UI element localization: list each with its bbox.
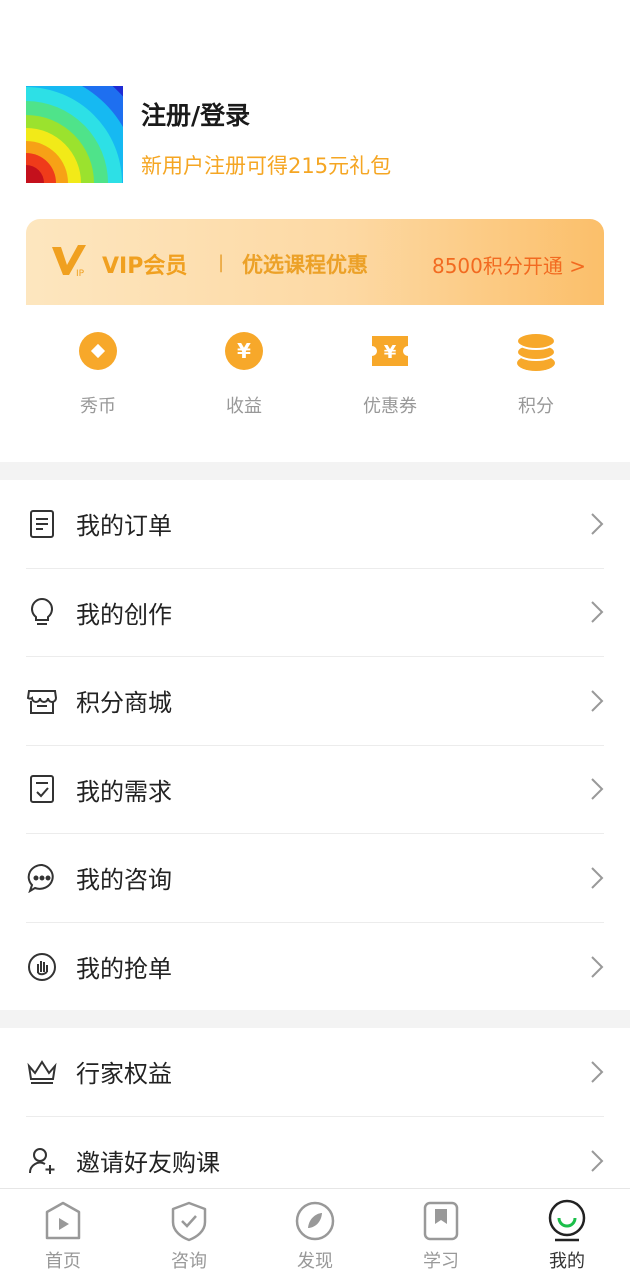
- chevron-right-icon: [591, 601, 604, 623]
- vip-description: 优选课程优惠: [242, 253, 368, 277]
- stat-label: 秀币: [80, 396, 116, 417]
- chevron-right-icon: [591, 956, 604, 978]
- chevron-right-icon: [591, 1150, 604, 1172]
- menu-label: 邀请好友购课: [76, 1149, 220, 1178]
- coupon-icon: ¥: [369, 330, 411, 372]
- tab-discover[interactable]: 发现: [252, 1189, 378, 1280]
- bookmark-icon: [419, 1199, 463, 1243]
- checklist-icon: [26, 773, 58, 805]
- tab-label: 发现: [297, 1251, 333, 1272]
- yuan-icon: ¥: [223, 330, 265, 372]
- menu-label: 我的咨询: [76, 866, 172, 895]
- crown-icon: [26, 1056, 58, 1088]
- svg-text:IP: IP: [76, 269, 85, 279]
- menu-primary: 我的订单 我的创作 积分商城 我的需求 我的咨询 我的抢单: [26, 480, 604, 1011]
- tab-label: 学习: [423, 1251, 459, 1272]
- menu-item-points-mall[interactable]: 积分商城: [26, 657, 604, 746]
- menu-item-requirements[interactable]: 我的需求: [26, 746, 604, 834]
- chevron-right-icon: [591, 513, 604, 535]
- avatar[interactable]: [26, 86, 123, 183]
- menu-item-grab-orders[interactable]: 我的抢单: [26, 923, 604, 1012]
- quick-stats: 秀币 ¥ 收益 ¥ 优惠券 积分: [26, 330, 604, 440]
- signup-promo-text: 新用户注册可得215元礼包: [141, 154, 392, 178]
- menu-label: 我的需求: [76, 777, 172, 806]
- stat-coupons[interactable]: ¥ 优惠券: [348, 330, 432, 440]
- stat-label: 优惠券: [363, 396, 417, 417]
- chat-icon: [26, 862, 58, 894]
- section-divider: [0, 1010, 630, 1028]
- vip-title: VIP会员: [102, 254, 188, 279]
- svg-text:¥: ¥: [237, 339, 251, 363]
- profile-header[interactable]: 注册/登录 新用户注册可得215元礼包: [26, 86, 604, 186]
- tab-label: 咨询: [171, 1251, 207, 1272]
- tab-consult[interactable]: 咨询: [126, 1189, 252, 1280]
- menu-item-expert-benefits[interactable]: 行家权益: [26, 1028, 604, 1117]
- menu-label: 我的创作: [76, 600, 172, 629]
- chevron-right-icon: [591, 778, 604, 800]
- stat-label: 积分: [518, 396, 554, 417]
- profile-smile-icon: [545, 1199, 589, 1243]
- store-icon: [26, 685, 58, 717]
- tab-mine[interactable]: 我的: [504, 1189, 630, 1280]
- menu-secondary: 行家权益 邀请好友购课: [26, 1028, 604, 1205]
- coin-icon: [77, 330, 119, 372]
- menu-label: 我的订单: [76, 512, 172, 541]
- menu-item-orders[interactable]: 我的订单: [26, 480, 604, 569]
- hand-icon: [26, 951, 58, 983]
- svg-text:¥: ¥: [384, 342, 397, 363]
- stat-coins[interactable]: 秀币: [56, 330, 140, 440]
- vip-activate-link[interactable]: 8500积分开通 >: [432, 250, 586, 279]
- chevron-right-icon: [591, 690, 604, 712]
- vip-banner[interactable]: IP VIP会员 | 优选课程优惠 8500积分开通 >: [26, 219, 604, 305]
- compass-icon: [293, 1199, 337, 1243]
- menu-item-creations[interactable]: 我的创作: [26, 569, 604, 657]
- menu-item-consultations[interactable]: 我的咨询: [26, 834, 604, 923]
- chevron-right-icon: [591, 867, 604, 889]
- stat-earnings[interactable]: ¥ 收益: [202, 330, 286, 440]
- bulb-icon: [26, 596, 58, 628]
- login-title[interactable]: 注册/登录: [141, 96, 250, 132]
- tab-label: 我的: [549, 1251, 585, 1272]
- home-play-icon: [41, 1199, 85, 1243]
- tab-label: 首页: [45, 1251, 81, 1272]
- vip-separator: |: [218, 252, 225, 273]
- vip-logo-icon: IP: [52, 245, 86, 279]
- tab-home[interactable]: 首页: [0, 1189, 126, 1280]
- tab-study[interactable]: 学习: [378, 1189, 504, 1280]
- bottom-tab-bar: 首页 咨询 发现 学习 我的: [0, 1188, 630, 1280]
- chevron-right-icon: [591, 1061, 604, 1083]
- menu-label: 积分商城: [76, 689, 172, 718]
- section-divider: [0, 462, 630, 480]
- points-stack-icon: [515, 330, 557, 372]
- shield-check-icon: [167, 1199, 211, 1243]
- menu-label: 行家权益: [76, 1060, 172, 1089]
- stat-label: 收益: [226, 396, 262, 417]
- invite-user-icon: [26, 1145, 58, 1177]
- order-icon: [26, 508, 58, 540]
- stat-points[interactable]: 积分: [494, 330, 578, 440]
- menu-label: 我的抢单: [76, 955, 172, 984]
